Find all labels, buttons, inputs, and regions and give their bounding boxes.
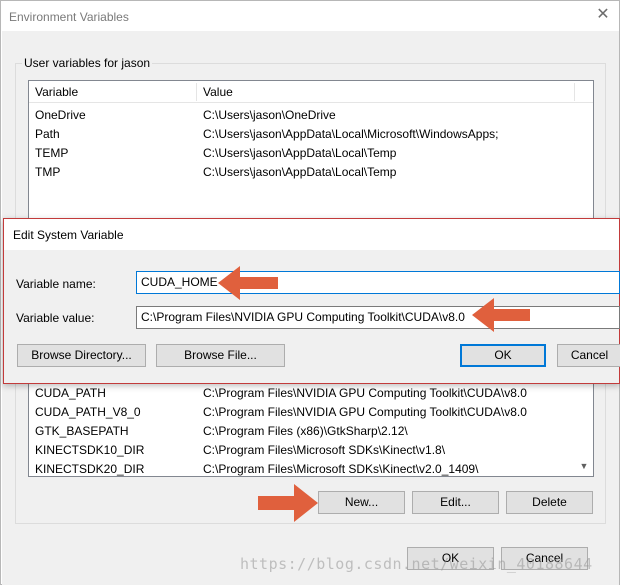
variable-name: TMP (35, 165, 61, 179)
variable-name: TEMP (35, 146, 69, 160)
column-separator[interactable] (574, 83, 575, 101)
list-item[interactable]: TMP C:\Users\jason\AppData\Local\Temp (29, 162, 593, 181)
variable-value: C:\Users\jason\AppData\Local\Temp (203, 146, 397, 160)
variable-value: C:\Program Files (x86)\GtkSharp\2.12\ (203, 424, 408, 438)
browse-directory-button[interactable]: Browse Directory... (17, 344, 146, 367)
variable-name-field[interactable]: CUDA_HOME (136, 271, 620, 294)
list-item[interactable]: CUDA_PATH_V8_0 C:\Program Files\NVIDIA G… (29, 402, 593, 421)
variable-name-label: Variable name: (16, 277, 96, 291)
dialog-ok-button[interactable]: OK (460, 344, 546, 367)
list-header: Variable Value (29, 81, 593, 103)
arrow-right-icon (258, 484, 318, 522)
watermark: https://blog.csdn.net/weixin_40188644 (240, 555, 593, 573)
list-item[interactable]: Path C:\Users\jason\AppData\Local\Micros… (29, 124, 593, 143)
chevron-down-icon[interactable]: ▼ (577, 459, 591, 473)
delete-button[interactable]: Delete (506, 491, 593, 514)
browse-file-button[interactable]: Browse File... (156, 344, 285, 367)
variable-value: C:\Users\jason\AppData\Local\Temp (203, 165, 397, 179)
dialog-cancel-button[interactable]: Cancel (557, 344, 620, 367)
variable-name: KINECTSDK10_DIR (35, 443, 145, 457)
dialog-title-bar: Edit System Variable (4, 219, 619, 250)
arrow-left-icon (472, 298, 530, 332)
system-variables-list[interactable]: CUDA_PATH C:\Program Files\NVIDIA GPU Co… (28, 377, 594, 477)
variable-value: C:\Program Files\NVIDIA GPU Computing To… (203, 386, 527, 400)
column-header-variable[interactable]: Variable (35, 85, 78, 99)
variable-value: C:\Users\jason\OneDrive (203, 108, 336, 122)
variable-name: Path (35, 127, 60, 141)
new-button[interactable]: New... (318, 491, 405, 514)
user-variables-legend: User variables for jason (22, 56, 153, 70)
column-header-value[interactable]: Value (203, 85, 233, 99)
list-item[interactable]: CUDA_PATH C:\Program Files\NVIDIA GPU Co… (29, 383, 593, 402)
variable-value: C:\Program Files\NVIDIA GPU Computing To… (203, 405, 527, 419)
list-item[interactable]: GTK_BASEPATH C:\Program Files (x86)\GtkS… (29, 421, 593, 440)
variable-value-field[interactable]: C:\Program Files\NVIDIA GPU Computing To… (136, 306, 620, 329)
list-item[interactable]: KINECTSDK10_DIR C:\Program Files\Microso… (29, 440, 593, 459)
window-title: Environment Variables (9, 10, 129, 24)
variable-name: GTK_BASEPATH (35, 424, 129, 438)
list-item[interactable]: OneDrive C:\Users\jason\OneDrive (29, 105, 593, 124)
list-item[interactable]: TEMP C:\Users\jason\AppData\Local\Temp (29, 143, 593, 162)
edit-button[interactable]: Edit... (412, 491, 499, 514)
arrow-left-icon (218, 266, 278, 300)
variable-name: CUDA_PATH_V8_0 (35, 405, 141, 419)
variable-name: OneDrive (35, 108, 86, 122)
title-bar: Environment Variables ✕ (1, 1, 619, 31)
close-icon[interactable]: ✕ (593, 5, 613, 25)
variable-value-label: Variable value: (16, 311, 95, 325)
dialog-title: Edit System Variable (13, 228, 124, 242)
variable-value: C:\Program Files\Microsoft SDKs\Kinect\v… (203, 462, 479, 476)
variable-value: C:\Program Files\Microsoft SDKs\Kinect\v… (203, 443, 446, 457)
variable-name: KINECTSDK20_DIR (35, 462, 145, 476)
variable-value: C:\Users\jason\AppData\Local\Microsoft\W… (203, 127, 499, 141)
list-item[interactable]: KINECTSDK20_DIR C:\Program Files\Microso… (29, 459, 593, 476)
variable-name: CUDA_PATH (35, 386, 106, 400)
column-separator[interactable] (196, 83, 197, 101)
user-variables-list[interactable]: Variable Value OneDrive C:\Users\jason\O… (28, 80, 594, 230)
